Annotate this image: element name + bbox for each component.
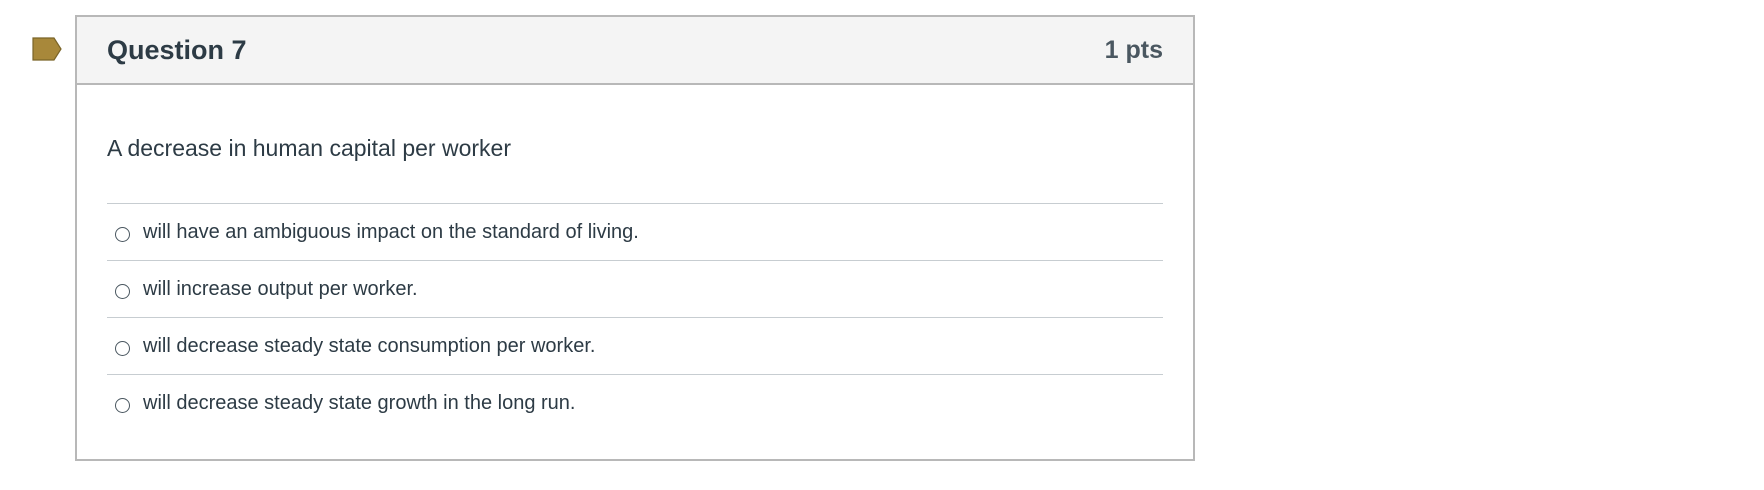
radio-button[interactable] xyxy=(115,226,130,242)
answer-option[interactable]: will decrease steady state consumption p… xyxy=(107,318,1163,375)
radio-button[interactable] xyxy=(115,283,130,299)
question-card: Question 7 1 pts A decrease in human cap… xyxy=(75,15,1195,461)
answer-label: will increase output per worker. xyxy=(143,277,418,300)
question-title: Question 7 xyxy=(107,34,247,65)
question-body: A decrease in human capital per worker w… xyxy=(77,133,1193,432)
question-points: 1 pts xyxy=(1104,35,1163,64)
answer-option[interactable]: will have an ambiguous impact on the sta… xyxy=(107,204,1163,261)
answer-label: will decrease steady state consumption p… xyxy=(143,334,596,357)
question-text: A decrease in human capital per worker xyxy=(107,135,511,161)
answer-label: will decrease steady state growth in the… xyxy=(143,392,576,414)
answer-option[interactable]: will decrease steady state growth in the… xyxy=(107,375,1163,432)
radio-button[interactable] xyxy=(115,340,130,356)
answer-label: will have an ambiguous impact on the sta… xyxy=(143,220,639,243)
question-header: Question 7 1 pts xyxy=(77,17,1193,85)
flag-question-icon[interactable] xyxy=(32,37,62,61)
radio-button[interactable] xyxy=(115,398,130,413)
answer-list: will have an ambiguous impact on the sta… xyxy=(107,203,1163,432)
answer-option[interactable]: will increase output per worker. xyxy=(107,261,1163,318)
